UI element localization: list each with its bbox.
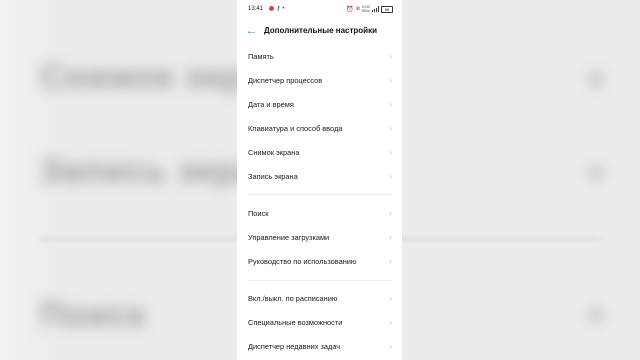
page-title: Дополнительные настройки: [264, 26, 377, 35]
list-item-recent-tasks[interactable]: Диспетчер недавних задач ›: [237, 337, 402, 357]
chevron-right-icon: ›: [389, 99, 392, 109]
chevron-right-icon: ›: [389, 341, 392, 351]
list-item-label: Управление загрузками: [248, 233, 330, 242]
status-right: ⏰ ⊘ 0,00 КБ/с 88: [346, 5, 393, 13]
list-item-label: Поиск: [248, 209, 269, 218]
section-divider: [248, 194, 392, 195]
chevron-right-icon: ›: [389, 256, 392, 266]
status-bar: 13:41 ⚷ • ⏰ ⊘ 0,00 КБ/с 88: [237, 4, 402, 16]
chevron-right-icon: ›: [389, 293, 392, 303]
network-speed: 0,00 КБ/с: [361, 4, 370, 13]
chevron-right-icon: ›: [389, 51, 392, 61]
list-item-keyboard[interactable]: Клавиатура и способ ввода ›: [237, 119, 402, 139]
list-item-screenshot[interactable]: Снимок экрана ›: [237, 143, 402, 163]
chevron-right-icon: ›: [389, 232, 392, 242]
list-item-label: Дата и время: [248, 100, 294, 109]
alarm-icon: ⏰: [346, 6, 354, 13]
list-item-label: Диспетчер процессов: [248, 76, 323, 85]
key-icon: ⚷: [276, 6, 281, 12]
list-item-user-guide[interactable]: Руководство по использованию ›: [237, 252, 402, 272]
list-item-search[interactable]: Поиск ›: [237, 204, 402, 224]
list-item-label: Память: [248, 52, 274, 61]
list-item-accessibility[interactable]: Специальные возможности ›: [237, 313, 402, 333]
notification-icons: ⚷ •: [269, 5, 285, 12]
battery-icon: 88: [381, 5, 393, 13]
list-item-label: Запись экрана: [248, 172, 298, 181]
list-item-downloads[interactable]: Управление загрузками ›: [237, 228, 402, 248]
list-item-label: Руководство по использованию: [248, 257, 357, 266]
chevron-right-icon: ›: [389, 147, 392, 157]
more-dots-icon: •: [282, 5, 285, 12]
header: ← Дополнительные настройки: [237, 24, 402, 40]
backdrop-blur-chevron: [585, 162, 607, 184]
signal-icon: [372, 6, 379, 12]
list-item-label: Специальные возможности: [248, 318, 343, 327]
backdrop-blur-chevron: [585, 68, 607, 90]
backdrop-blur-text: Поиск: [40, 296, 148, 334]
list-item-label: Снимок экрана: [248, 148, 300, 157]
phone-screen: 13:41 ⚷ • ⏰ ⊘ 0,00 КБ/с 88 ← Дополнитель…: [237, 0, 402, 360]
list-item-label: Диспетчер недавних задач: [248, 342, 341, 351]
section-divider: [248, 280, 392, 281]
list-item-label: Клавиатура и способ ввода: [248, 124, 343, 133]
no-sim-icon: ⊘: [355, 6, 360, 12]
list-item-memory[interactable]: Память ›: [237, 47, 402, 67]
chevron-right-icon: ›: [389, 171, 392, 181]
list-item-process-manager[interactable]: Диспетчер процессов ›: [237, 71, 402, 91]
back-arrow-icon[interactable]: ←: [246, 25, 258, 37]
list-item-label: Вкл./выкл. по расписанию: [248, 294, 338, 303]
status-time: 13:41: [248, 6, 264, 12]
app-notification-icon: [269, 6, 274, 11]
list-item-date-time[interactable]: Дата и время ›: [237, 95, 402, 115]
chevron-right-icon: ›: [389, 208, 392, 218]
backdrop-blur-chevron: [585, 304, 607, 326]
chevron-right-icon: ›: [389, 317, 392, 327]
chevron-right-icon: ›: [389, 123, 392, 133]
chevron-right-icon: ›: [389, 75, 392, 85]
list-item-screen-record[interactable]: Запись экрана ›: [237, 167, 402, 187]
list-item-scheduled-power[interactable]: Вкл./выкл. по расписанию ›: [237, 289, 402, 309]
